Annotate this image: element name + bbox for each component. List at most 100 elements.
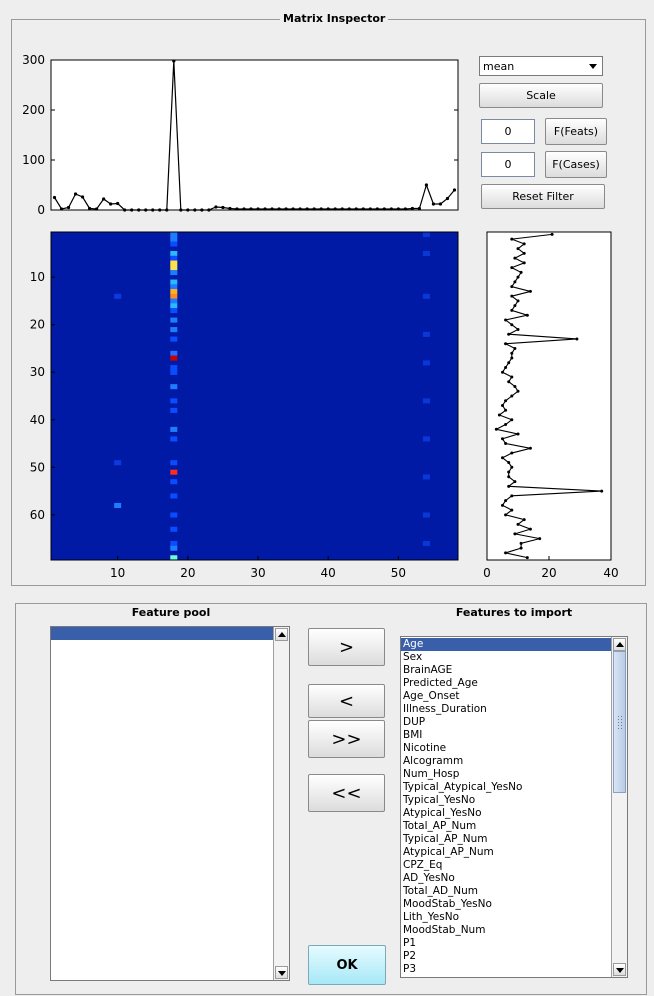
plot-area [486,231,612,561]
filter-cases-input[interactable]: 0 [481,152,535,177]
feature-pool-title: Feature pool [131,606,211,619]
data-point [510,285,514,289]
data-point [516,432,520,436]
remove-all-features-button[interactable]: << [308,774,385,812]
heatmap-cell [170,303,178,309]
plot-area [50,59,459,211]
list-item[interactable]: P1 [401,937,611,950]
features-to-import-scrollbar[interactable] [611,637,627,977]
data-point [516,247,520,251]
list-item[interactable]: DUP [401,716,611,729]
data-point [504,513,508,517]
list-item[interactable]: MoodStab_YesNo [401,898,611,911]
data-point [510,266,514,270]
list-item[interactable]: BMI [401,729,611,742]
heatmap-cell [170,284,178,290]
list-item[interactable]: Nicotine [401,742,611,755]
data-point [528,289,532,293]
scroll-up-icon[interactable] [275,628,288,641]
data-point [501,456,504,460]
heatmap-cell [170,540,178,547]
data-point [513,346,517,350]
list-item[interactable]: Age_Onset [401,690,611,703]
feature-pool-scrollbar[interactable] [273,627,289,980]
data-point [305,207,309,211]
statistic-select[interactable]: mean [479,56,603,76]
list-item[interactable]: Sex [401,651,611,664]
data-point [528,527,532,531]
list-item[interactable]: Lith_YesNo [401,911,611,924]
data-point [507,461,511,465]
filter-feats-button[interactable]: F(Feats) [545,118,607,145]
heatmap-cell [170,384,178,390]
data-point [507,470,511,474]
list-item[interactable]: Age [401,638,611,651]
list-item[interactable]: Atypical_AP_Num [401,846,611,859]
add-all-features-button[interactable]: >> [308,720,385,758]
data-point [354,207,358,211]
data-point [519,270,523,274]
list-item[interactable]: BrainAGE [401,664,611,677]
filter-feats-input[interactable]: 0 [481,119,535,144]
data-point [513,480,517,484]
reset-filter-button[interactable]: Reset Filter [481,184,605,209]
list-item[interactable]: P3 [401,963,611,976]
y-tick-label: 40 [30,413,45,427]
list-item[interactable]: Predicted_Age [401,677,611,690]
y-tick-label: 0 [37,203,45,217]
ok-button[interactable]: OK [308,945,386,985]
data-point [513,280,517,284]
list-item[interactable]: AD_YesNo [401,872,611,885]
heatmap-cell [170,293,178,299]
scroll-up-icon[interactable] [613,638,626,651]
list-item[interactable]: MoodStab_Num [401,924,611,937]
data-point [501,437,504,441]
scale-button[interactable]: Scale [479,83,603,108]
filter-cases-button[interactable]: F(Cases) [545,151,607,178]
list-item[interactable]: P4 [401,976,611,977]
list-item[interactable]: Typical_Atypical_YesNo [401,781,611,794]
features-to-import-list[interactable]: Age Sex BrainAGE Predicted_Age Age_Onset Illn… [400,636,628,978]
data-point [200,208,204,212]
data-point [507,332,511,336]
add-feature-button[interactable]: > [308,628,385,666]
data-point [522,251,526,255]
list-item[interactable]: Atypical_YesNo [401,807,611,820]
scroll-down-icon[interactable] [275,966,288,979]
list-item[interactable]: Typical_YesNo [401,794,611,807]
scroll-thumb[interactable] [613,651,626,793]
heatmap-cell [170,327,178,333]
data-point [389,207,393,211]
data-point [522,261,526,265]
row-summary-plot: 0 20 40 [483,231,619,580]
list-item[interactable]: Num_Hosp [401,768,611,781]
list-item[interactable]: Total_AP_Num [401,820,611,833]
data-point [510,451,514,455]
heatmap-cell [114,460,122,466]
data-point [158,208,162,212]
remove-feature-button[interactable]: < [308,684,385,718]
list-item[interactable]: P2 [401,950,611,963]
data-point [510,294,514,298]
list-item[interactable]: Typical_AP_Num [401,833,611,846]
feature-pool-list[interactable] [50,626,290,981]
data-point [516,327,520,331]
list-item[interactable]: Alcogramm [401,755,611,768]
column-summary-plot: 0 100 200 300 [22,53,459,217]
heatmap-cell [170,369,178,375]
heatmap-cell [170,350,178,356]
data-point [510,323,514,327]
data-point [507,380,511,384]
heatmap-cell [114,502,122,509]
list-item[interactable]: Illness_Duration [401,703,611,716]
list-item[interactable]: Total_AD_Num [401,885,611,898]
list-item[interactable] [51,627,273,640]
x-tick-label: 30 [250,566,265,580]
data-point [510,237,514,241]
list-item[interactable]: CPZ_Eq [401,859,611,872]
scroll-down-icon[interactable] [613,963,626,976]
data-point [396,207,400,211]
heatmap-cell [422,251,430,257]
data-point [403,207,407,211]
x-tick-label: 0 [483,566,491,580]
